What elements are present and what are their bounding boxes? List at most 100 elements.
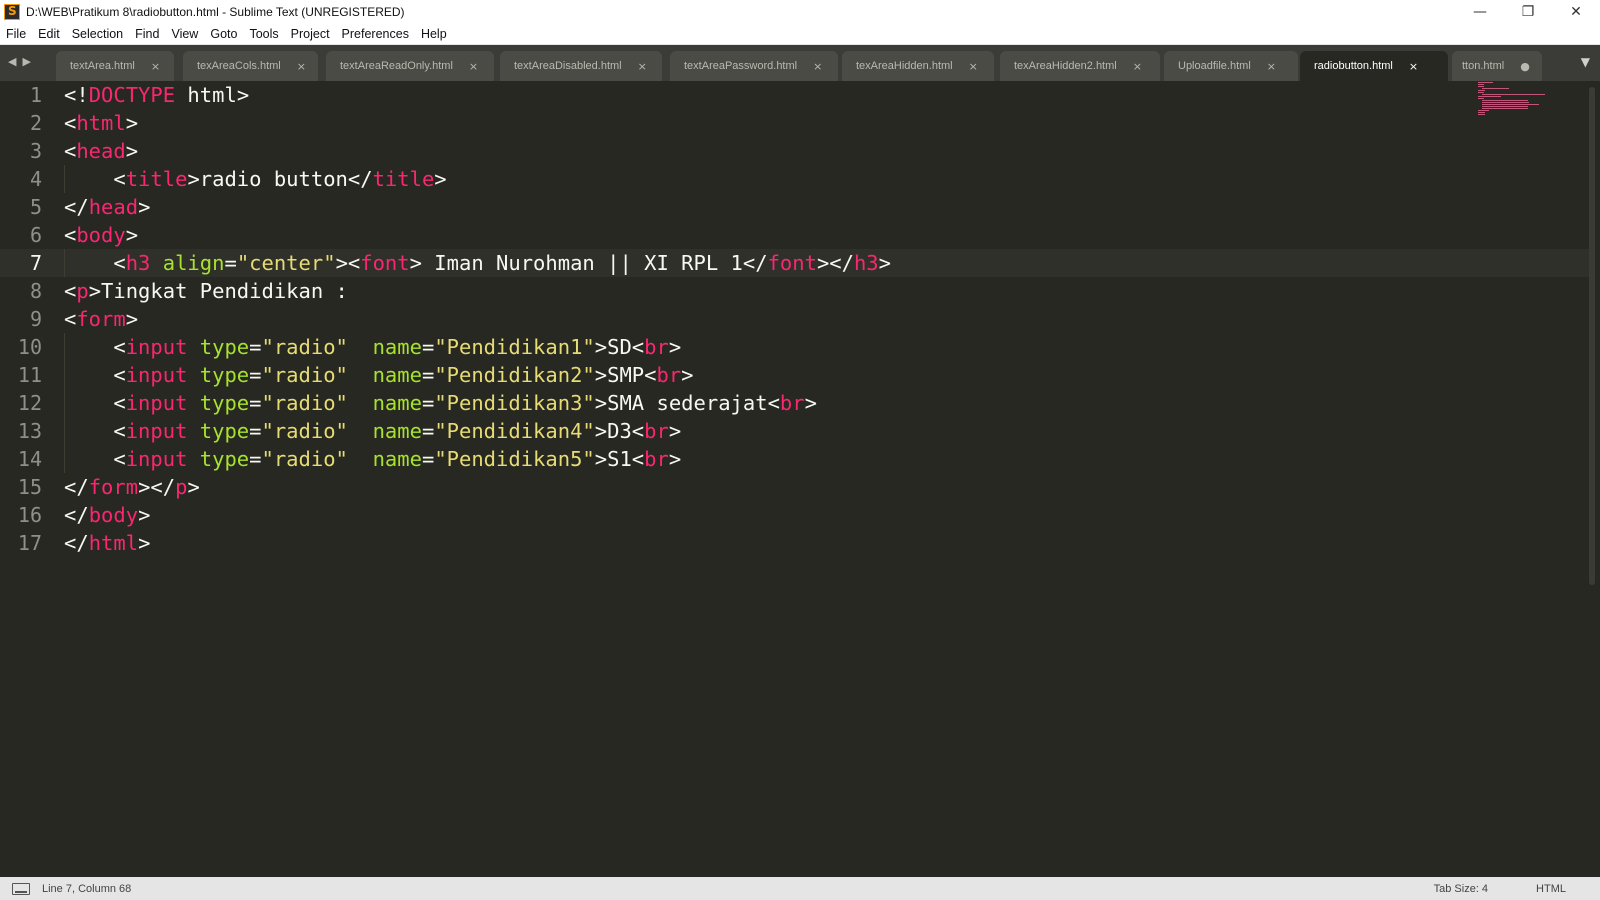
code-tag-name: h3 (853, 251, 879, 275)
tab-radiobutton[interactable]: radiobutton.html × (1300, 51, 1448, 81)
tab-label: tton.html (1462, 60, 1505, 72)
panel-toggle-icon[interactable] (12, 882, 30, 895)
code-tag-name: input (125, 335, 188, 359)
tab-close-icon[interactable]: × (813, 60, 822, 73)
code-line[interactable]: <input type="radio" name="Pendidikan3">S… (64, 389, 1464, 417)
tab-texareacols[interactable]: texAreaCols.html × (183, 51, 318, 81)
line-number: 17 (17, 531, 42, 555)
tab-label: textAreaReadOnly.html (340, 60, 453, 72)
menu-preferences[interactable]: Preferences (336, 27, 415, 41)
menu-tools[interactable]: Tools (243, 27, 284, 41)
restore-button[interactable]: ❐ (1504, 0, 1552, 24)
tab-close-icon[interactable]: × (969, 60, 978, 73)
code-tag-name: br (644, 419, 669, 443)
code-text: Iman Nurohman || XI RPL 1 (421, 251, 743, 275)
tab-texareahidden[interactable]: texAreaHidden.html × (842, 51, 994, 81)
code-attribute: name (372, 447, 422, 471)
code-tag-name: input (125, 363, 188, 387)
title-bar: D:\WEB\Pratikum 8\radiobutton.html - Sub… (0, 0, 1600, 24)
code-line[interactable]: <form> (64, 305, 1464, 333)
tab-label: radiobutton.html (1314, 60, 1393, 72)
tab-close-icon[interactable]: × (1409, 60, 1418, 73)
menu-view[interactable]: View (165, 27, 204, 41)
code-punctuation: < (113, 391, 126, 415)
tab-textarea[interactable]: textArea.html × (56, 51, 174, 81)
syntax-indicator[interactable]: HTML (1536, 883, 1566, 895)
tab-close-icon[interactable]: × (151, 60, 160, 73)
tab-textareadisabled[interactable]: textAreaDisabled.html × (500, 51, 662, 81)
code-punctuation: > (681, 363, 694, 387)
tab-close-icon[interactable]: × (1267, 60, 1276, 73)
menu-edit[interactable]: Edit (32, 27, 66, 41)
line-number-gutter: 1 2 3 4 5 6 7 8 9 10 11 12 13 14 15 16 17 (0, 81, 48, 557)
tab-navigation: ◀ ▶ (8, 55, 31, 68)
code-line[interactable]: <input type="radio" name="Pendidikan4">D… (64, 417, 1464, 445)
code-string: "radio" (261, 363, 348, 387)
code-punctuation: > (125, 307, 139, 331)
line-number: 11 (17, 363, 42, 387)
code-punctuation: > (138, 531, 151, 555)
tab-label: texAreaCols.html (197, 60, 281, 72)
menu-find[interactable]: Find (129, 27, 165, 41)
tab-dropdown-icon[interactable]: ▼ (1581, 55, 1590, 69)
menu-file[interactable]: File (0, 27, 32, 41)
code-line[interactable]: <input type="radio" name="Pendidikan5">S… (64, 445, 1464, 473)
code-line[interactable]: </head> (64, 193, 1464, 221)
code-line[interactable]: </form></p> (64, 473, 1464, 501)
minimap-line (1478, 82, 1493, 83)
tab-label: texAreaHidden.html (856, 60, 953, 72)
code-text: radio button (199, 167, 348, 191)
menu-selection[interactable]: Selection (66, 27, 129, 41)
code-punctuation: > (138, 195, 151, 219)
tab-prev-icon[interactable]: ◀ (8, 55, 16, 68)
tab-textareareadonly[interactable]: textAreaReadOnly.html × (326, 51, 494, 81)
code-line[interactable]: <input type="radio" name="Pendidikan1">S… (64, 333, 1464, 361)
tab-close-icon[interactable]: × (469, 60, 478, 73)
code-punctuation: > (88, 279, 102, 303)
tab-next-icon[interactable]: ▶ (22, 55, 30, 68)
code-text: Tingkat Pendidikan : (101, 279, 348, 303)
minimap[interactable] (1478, 81, 1578, 121)
code-line[interactable]: </html> (64, 529, 1464, 557)
minimize-button[interactable]: — (1456, 0, 1504, 24)
menu-help[interactable]: Help (415, 27, 453, 41)
code-line[interactable]: <!DOCTYPE html> (64, 81, 1464, 109)
tab-size-indicator[interactable]: Tab Size: 4 (1434, 883, 1488, 895)
code-line[interactable]: <h3 align="center"><font> Iman Nurohman … (64, 249, 1464, 277)
code-line[interactable]: <title>radio button</title> (64, 165, 1464, 193)
code-attribute: type (199, 419, 250, 443)
code-line[interactable]: <html> (64, 109, 1464, 137)
code-text: S1 (607, 447, 632, 471)
minimap-line (1482, 106, 1528, 107)
code-string: "radio" (261, 335, 348, 359)
tab-texareahidden2[interactable]: texAreaHidden2.html × (1000, 51, 1160, 81)
code-editor[interactable]: 1 2 3 4 5 6 7 8 9 10 11 12 13 14 15 16 17 <!DOCTYPE html… (0, 81, 1600, 877)
close-button[interactable]: ✕ (1552, 0, 1600, 24)
vertical-scrollbar[interactable] (1589, 87, 1595, 585)
line-number: 12 (17, 391, 42, 415)
menu-goto[interactable]: Goto (204, 27, 243, 41)
tab-textareapassword[interactable]: textAreaPassword.html × (670, 51, 838, 81)
tab-partial[interactable]: tton.html ● (1452, 51, 1542, 81)
tab-unsaved-dot-icon[interactable]: ● (1520, 60, 1530, 73)
code-punctuation: = (224, 251, 237, 275)
code-punctuation: ></ (816, 251, 854, 275)
code-area[interactable]: <!DOCTYPE html> <html> <head> <title>radio… (64, 81, 1464, 557)
minimap-line (1478, 84, 1484, 85)
code-line[interactable]: </body> (64, 501, 1464, 529)
code-line[interactable]: <body> (64, 221, 1464, 249)
code-punctuation: > (878, 251, 891, 275)
menu-project[interactable]: Project (285, 27, 336, 41)
tab-close-icon[interactable]: × (638, 60, 647, 73)
code-line[interactable]: <p>Tingkat Pendidikan : (64, 277, 1464, 305)
tab-close-icon[interactable]: × (297, 60, 306, 73)
code-line[interactable]: <head> (64, 137, 1464, 165)
code-tag-name: html (88, 531, 139, 555)
code-tag-name: br (644, 447, 669, 471)
tab-uploadfile[interactable]: Uploadfile.html × (1164, 51, 1298, 81)
code-line[interactable]: <input type="radio" name="Pendidikan2">S… (64, 361, 1464, 389)
tab-close-icon[interactable]: × (1133, 60, 1142, 73)
code-punctuation: = (249, 419, 262, 443)
line-number: 4 (29, 167, 42, 191)
